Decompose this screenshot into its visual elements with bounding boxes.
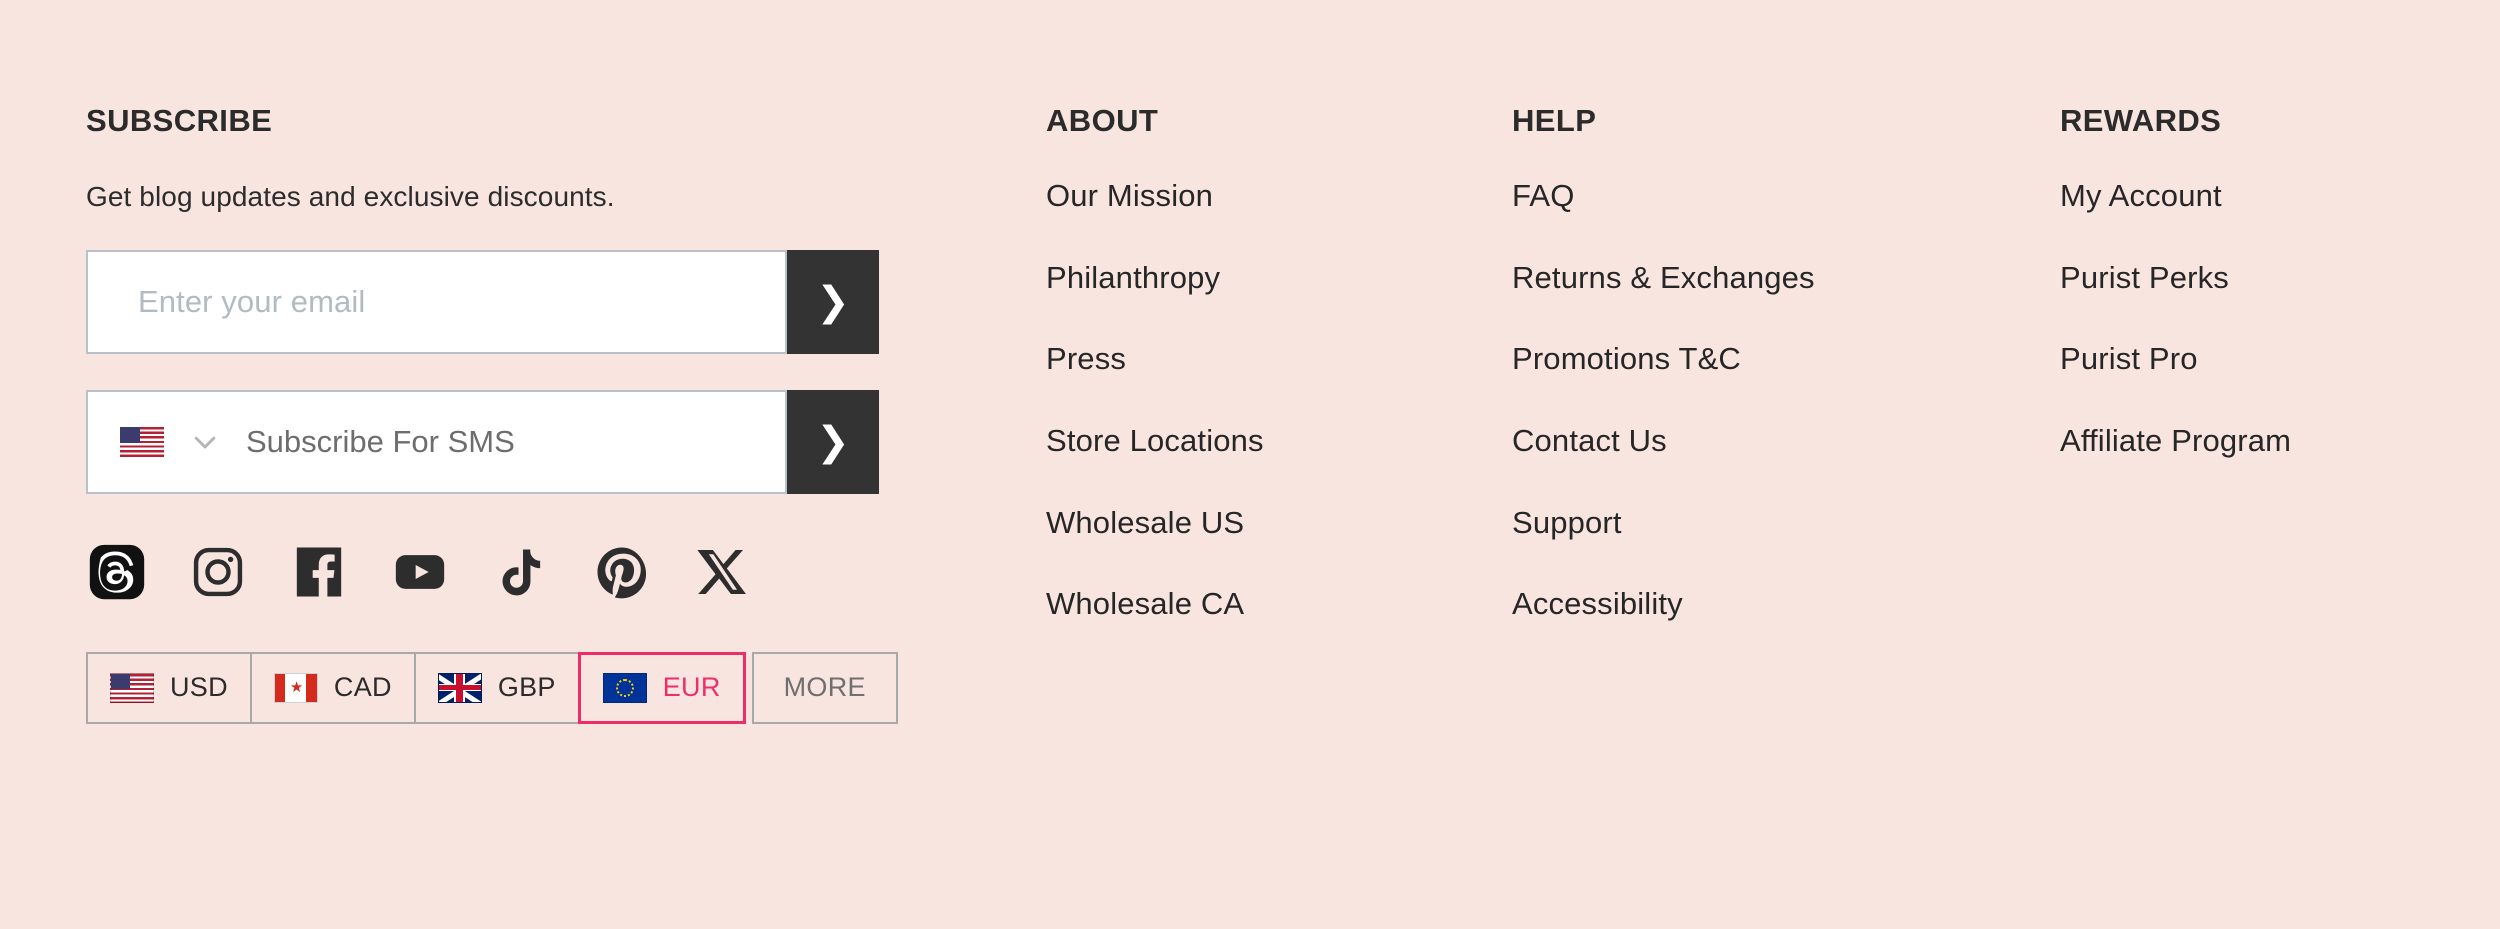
currency-option-eur[interactable]: EUR [577, 651, 746, 724]
social-links [86, 540, 916, 604]
help-link-list: FAQ Returns & Exchanges Promotions T&C C… [1512, 178, 2012, 622]
facebook-icon[interactable] [288, 541, 350, 603]
rewards-heading: REWARDS [2060, 103, 2222, 138]
link-purist-pro[interactable]: Purist Pro [2060, 341, 2490, 377]
help-column: HELP FAQ Returns & Exchanges Promotions … [1512, 103, 2012, 622]
flag-eu-icon [602, 672, 647, 703]
link-my-account[interactable]: My Account [2060, 178, 2490, 214]
help-heading: HELP [1512, 103, 1597, 138]
threads-icon[interactable] [86, 541, 148, 603]
currency-more-label: MORE [783, 672, 866, 703]
currency-label: EUR [662, 672, 721, 703]
sms-input-placeholder[interactable]: Subscribe For SMS [246, 424, 515, 460]
currency-more-button[interactable]: MORE [751, 651, 898, 724]
site-footer: SUBSCRIBE Get blog updates and exclusive… [0, 0, 2500, 929]
currency-option-cad[interactable]: ★ CAD [249, 651, 416, 724]
chevron-right-icon: ❯ [816, 418, 850, 465]
currency-label: USD [170, 672, 228, 703]
currency-selector: USD ★ CAD GBP EUR MORE [86, 651, 916, 724]
instagram-icon[interactable] [187, 541, 249, 603]
chevron-right-icon: ❯ [816, 278, 850, 325]
sms-field-shell[interactable]: Subscribe For SMS [86, 389, 787, 494]
about-heading: ABOUT [1046, 103, 1159, 138]
flag-gb-icon [437, 672, 482, 703]
tiktok-icon[interactable] [490, 541, 552, 603]
link-press[interactable]: Press [1046, 341, 1476, 377]
email-signup-form: Enter your email ❯ [86, 249, 879, 354]
link-purist-perks[interactable]: Purist Perks [2060, 260, 2490, 296]
subscribe-column: SUBSCRIBE Get blog updates and exclusive… [86, 103, 916, 724]
link-faq[interactable]: FAQ [1512, 178, 2012, 214]
currency-label: GBP [497, 672, 556, 703]
link-support[interactable]: Support [1512, 505, 2012, 541]
about-column: ABOUT Our Mission Philanthropy Press Sto… [1046, 103, 1476, 622]
chevron-down-icon[interactable] [190, 427, 220, 457]
link-wholesale-us[interactable]: Wholesale US [1046, 505, 1476, 541]
rewards-column: REWARDS My Account Purist Perks Purist P… [2060, 103, 2490, 459]
email-submit-button[interactable]: ❯ [787, 249, 879, 354]
email-field-shell[interactable]: Enter your email [86, 249, 787, 354]
subscribe-tagline: Get blog updates and exclusive discounts… [86, 181, 615, 213]
subscribe-heading: SUBSCRIBE [86, 103, 273, 138]
link-returns-exchanges[interactable]: Returns & Exchanges [1512, 260, 2012, 296]
sms-submit-button[interactable]: ❯ [787, 389, 879, 494]
youtube-icon[interactable] [389, 541, 451, 603]
flag-us-icon [110, 672, 154, 703]
link-store-locations[interactable]: Store Locations [1046, 423, 1476, 459]
pinterest-icon[interactable] [591, 541, 653, 603]
sms-signup-form: Subscribe For SMS ❯ [86, 389, 879, 494]
flag-us-icon[interactable] [120, 426, 164, 457]
link-accessibility[interactable]: Accessibility [1512, 586, 2012, 622]
currency-option-usd[interactable]: USD [86, 651, 252, 724]
flag-ca-icon: ★ [273, 672, 318, 703]
link-wholesale-ca[interactable]: Wholesale CA [1046, 586, 1476, 622]
currency-option-gbp[interactable]: GBP [413, 651, 580, 724]
link-our-mission[interactable]: Our Mission [1046, 178, 1476, 214]
link-affiliate-program[interactable]: Affiliate Program [2060, 423, 2490, 459]
about-link-list: Our Mission Philanthropy Press Store Loc… [1046, 178, 1476, 622]
email-input-placeholder[interactable]: Enter your email [138, 284, 365, 320]
link-promotions-tc[interactable]: Promotions T&C [1512, 341, 2012, 377]
rewards-link-list: My Account Purist Perks Purist Pro Affil… [2060, 178, 2490, 459]
link-philanthropy[interactable]: Philanthropy [1046, 260, 1476, 296]
x-twitter-icon[interactable] [692, 541, 754, 603]
currency-label: CAD [333, 672, 392, 703]
link-contact-us[interactable]: Contact Us [1512, 423, 2012, 459]
